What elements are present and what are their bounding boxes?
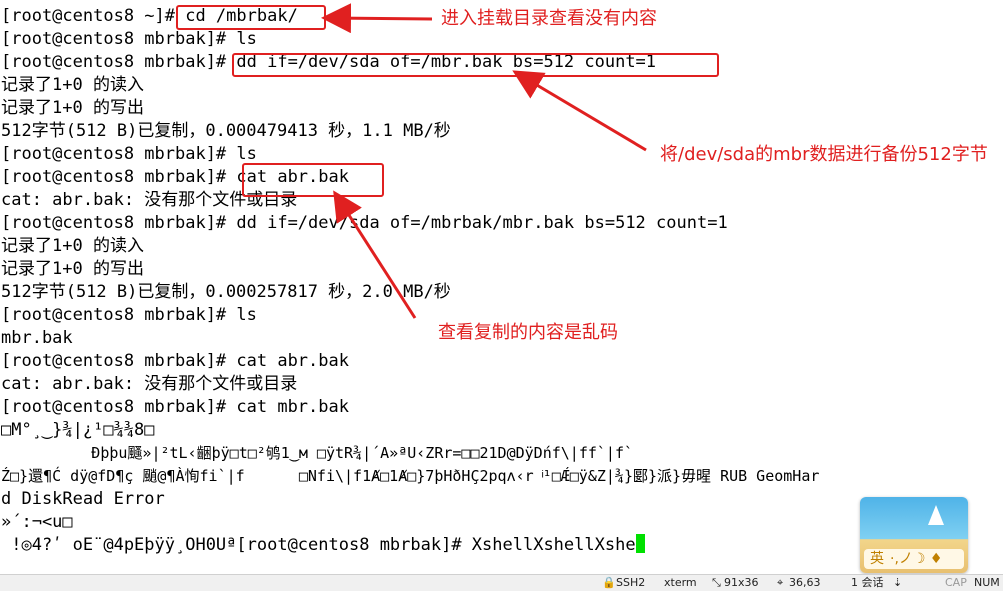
sailboat-icon: [928, 505, 944, 525]
arrow-to-dd: [512, 70, 647, 152]
input-method-bar[interactable]: 英 ·,ノ☽ ♦: [864, 549, 964, 569]
annotation-arrows: [321, 3, 647, 319]
annotation-label: 查看复制的内容是乱码: [438, 322, 618, 343]
arrow-to-cd: [321, 3, 433, 34]
annotation-label: 进入挂载目录查看没有内容: [441, 8, 657, 29]
scroll-down-icon[interactable]: ⇣: [893, 576, 902, 590]
annotation-label: 将/dev/sda的mbr数据进行备份512字节: [660, 144, 988, 165]
input-language-indicator[interactable]: 英: [870, 549, 884, 569]
status-bar: 🔒 SSH2 xterm ⤡ 91x36 ⌖ 36,63 1 会话 ⇣ CAP …: [0, 574, 1003, 591]
status-caps-lock: CAP: [945, 576, 967, 589]
status-terminal-type: xterm: [664, 576, 697, 589]
terminal-window[interactable]: [root@centos8 ~]# cd /mbrbak/ [root@cent…: [0, 0, 1003, 574]
resize-icon: ⤡: [712, 576, 721, 589]
status-window-size: 91x36: [724, 576, 759, 589]
status-protocol: SSH2: [616, 576, 646, 589]
cursor-position-icon: ⌖: [777, 576, 784, 589]
lock-icon: 🔒: [602, 576, 616, 589]
arrow-to-cat: [333, 190, 417, 319]
status-cursor-position: 36,63: [789, 576, 821, 589]
status-sessions: 1 会话: [851, 576, 884, 589]
input-method-widget[interactable]: 英 ·,ノ☽ ♦: [860, 497, 968, 573]
status-num-lock: NUM: [974, 576, 1000, 589]
input-method-glyphs: ·,ノ☽ ♦: [890, 551, 943, 567]
